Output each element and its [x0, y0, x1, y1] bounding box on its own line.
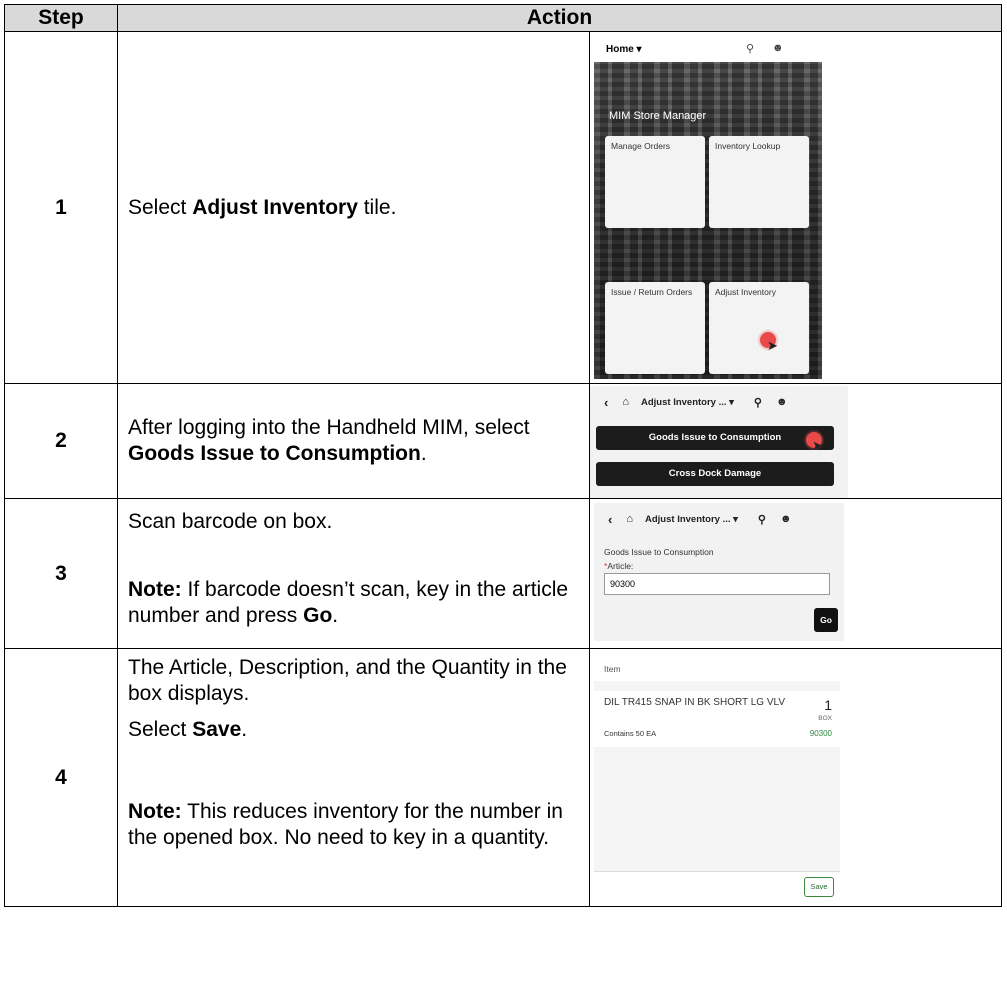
- item-article-number: 90300: [809, 729, 832, 738]
- screen-title: Adjust Inventory ... ▾: [645, 513, 738, 525]
- back-icon: ‹: [604, 394, 609, 410]
- instruction-bold: Goods Issue to Consumption: [128, 442, 421, 465]
- table-header-row: Step Action: [4, 4, 1003, 32]
- instruction-bold: Adjust Inventory: [192, 195, 358, 219]
- instruction-text: After logging into the Handheld MIM, sel…: [128, 416, 530, 439]
- cursor-icon: ➤: [767, 338, 778, 353]
- step-number: 1: [4, 31, 118, 384]
- note-label: Note:: [128, 578, 182, 601]
- instruction-text: Scan barcode on box.: [128, 510, 333, 533]
- go-button: Go: [814, 608, 838, 632]
- screen-title: Adjust Inventory ... ▾: [641, 396, 734, 408]
- step-number: 4: [4, 648, 118, 907]
- instruction-text: .: [241, 718, 248, 741]
- instruction-bold: Save: [192, 718, 242, 741]
- table-row: 3 Scan barcode on box. Note: If barcode …: [4, 498, 1003, 649]
- app-brand-title: MIM Store Manager: [609, 110, 707, 122]
- article-label: *Article:: [604, 561, 633, 571]
- nav-bar: ‹ ⌂ Adjust Inventory ... ▾ ⚲ ☻: [590, 386, 848, 418]
- instructions-table: Step Action 1 Select Adjust Inventory ti…: [4, 4, 1003, 907]
- item-description: DIL TR415 SNAP IN BK SHORT LG VLV: [604, 697, 786, 708]
- instruction-bold: Go: [303, 604, 333, 627]
- table-row: 4 The Article, Description, and the Quan…: [4, 648, 1003, 907]
- instruction-text: Select: [128, 718, 193, 741]
- item-quantity: 1: [824, 697, 832, 713]
- item-header: Item: [594, 655, 840, 681]
- item-detail-screenshot: Item DIL TR415 SNAP IN BK SHORT LG VLV 1…: [594, 655, 840, 902]
- article-entry-screenshot: ‹ ⌂ Adjust Inventory ... ▾ ⚲ ☻ Goods Iss…: [594, 503, 844, 641]
- instruction-text: The Article, Description, and the Quanti…: [128, 656, 567, 705]
- tile-adjust-inventory: Adjust Inventory: [709, 282, 809, 374]
- article-input: 90300: [604, 573, 830, 595]
- section-title: Goods Issue to Consumption: [604, 547, 714, 557]
- item-contains: Contains 50 EA: [604, 729, 657, 738]
- goods-issue-button: Goods Issue to Consumption: [596, 426, 834, 450]
- cross-dock-damage-button: Cross Dock Damage: [596, 462, 834, 486]
- user-icon: ☻: [775, 396, 788, 408]
- step-instruction: Scan barcode on box. Note: If barcode do…: [117, 498, 590, 649]
- step-instruction: After logging into the Handheld MIM, sel…: [117, 383, 590, 499]
- home-icon: ⌂: [622, 396, 629, 408]
- save-button: Save: [804, 877, 834, 897]
- note-text: If barcode doesn’t scan, key in the arti…: [128, 578, 569, 627]
- step-screenshot-cell: Item DIL TR415 SNAP IN BK SHORT LG VLV 1…: [588, 648, 1003, 907]
- home-menu: Home ▾: [606, 43, 642, 55]
- table-row: 1 Select Adjust Inventory tile. Home ▾ ⚲…: [4, 31, 1003, 384]
- mim-home-screenshot: Home ▾ ⚲ ☻ MIM Store Manager Manage Orde…: [592, 36, 822, 379]
- step-number: 2: [4, 383, 118, 499]
- list-item: DIL TR415 SNAP IN BK SHORT LG VLV 1 BOX …: [594, 691, 840, 747]
- search-icon: ⚲: [757, 513, 766, 526]
- step-instruction: The Article, Description, and the Quanti…: [117, 648, 590, 907]
- adjust-inventory-screenshot: ‹ ⌂ Adjust Inventory ... ▾ ⚲ ☻ Goods Iss…: [590, 386, 848, 498]
- home-icon: ⌂: [626, 513, 633, 525]
- user-icon: ☻: [772, 42, 784, 54]
- step-screenshot-cell: ‹ ⌂ Adjust Inventory ... ▾ ⚲ ☻ Goods Iss…: [588, 383, 1003, 499]
- step-screenshot-cell: Home ▾ ⚲ ☻ MIM Store Manager Manage Orde…: [588, 31, 1003, 384]
- user-icon: ☻: [779, 513, 792, 525]
- header-action: Action: [116, 4, 1003, 32]
- item-uom: BOX: [818, 715, 832, 722]
- nav-bar: ‹ ⌂ Adjust Inventory ... ▾ ⚲ ☻: [594, 503, 844, 535]
- back-icon: ‹: [608, 511, 613, 527]
- article-label-text: Article:: [607, 561, 634, 571]
- tile-inventory-lookup: Inventory Lookup: [709, 136, 809, 228]
- tile-manage-orders: Manage Orders: [605, 136, 705, 228]
- tile-issue-return-orders: Issue / Return Orders: [605, 282, 705, 374]
- instruction-text: Select: [128, 195, 193, 219]
- header-step: Step: [4, 4, 118, 32]
- search-icon: ⚲: [753, 396, 762, 409]
- instruction-text: tile.: [357, 195, 397, 219]
- note-label: Note:: [128, 800, 182, 823]
- search-icon: ⚲: [746, 43, 755, 55]
- top-bar: Home ▾: [592, 36, 822, 62]
- instruction-text: .: [420, 442, 427, 465]
- step-instruction: Select Adjust Inventory tile.: [117, 31, 590, 384]
- table-row: 2 After logging into the Handheld MIM, s…: [4, 383, 1003, 499]
- instruction-text: .: [332, 604, 339, 627]
- note-text: This reduces inventory for the number in…: [128, 800, 563, 849]
- step-screenshot-cell: ‹ ⌂ Adjust Inventory ... ▾ ⚲ ☻ Goods Iss…: [588, 498, 1003, 649]
- step-number: 3: [4, 498, 118, 649]
- cursor-icon: ➤: [812, 438, 823, 453]
- footer-bar: Save: [594, 871, 840, 902]
